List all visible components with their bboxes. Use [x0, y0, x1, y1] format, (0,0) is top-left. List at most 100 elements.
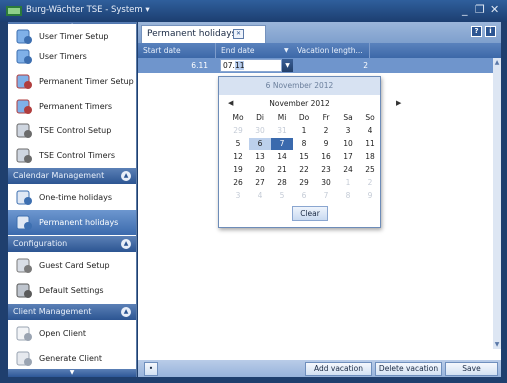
save-button[interactable]: Save	[445, 362, 498, 376]
calendar-day[interactable]: 2	[315, 125, 337, 137]
calendar-day[interactable]: 14	[271, 151, 293, 163]
minimize-button[interactable]: _	[462, 3, 468, 17]
sidebar-section-configuration[interactable]: Configuration ▲	[8, 236, 136, 252]
today-label[interactable]: 6 November 2012	[219, 77, 380, 95]
permanent-timers-icon	[14, 98, 34, 116]
date-picker-dropdown-button[interactable]: ▼	[282, 59, 293, 72]
options-button[interactable]: •	[144, 362, 158, 376]
calendar-day[interactable]: 8	[293, 138, 315, 150]
sidebar-item-tse-control-setup[interactable]: TSE Control Setup	[8, 118, 136, 143]
column-header-start-date[interactable]: Start date	[138, 43, 216, 58]
sidebar-item-permanent-timers[interactable]: Permanent Timers	[8, 94, 136, 119]
sidebar-item-label: Permanent Timers	[39, 102, 113, 111]
calendar-day[interactable]: 20	[249, 164, 271, 176]
chevron-up-icon[interactable]: ▲	[121, 239, 131, 249]
vacation-length-cell: 2	[363, 61, 368, 70]
calendar-day[interactable]: 22	[293, 164, 315, 176]
calendar-day[interactable]: 15	[293, 151, 315, 163]
calendar-day[interactable]: 29	[227, 125, 249, 137]
calendar-day[interactable]: 21	[271, 164, 293, 176]
sidebar-section-label: Calendar Management	[13, 171, 105, 180]
calendar-day[interactable]: 7	[315, 190, 337, 202]
calendar-day[interactable]: 8	[337, 190, 359, 202]
grid-vertical-scrollbar[interactable]: ▲ ▼	[493, 58, 501, 349]
chevron-up-icon[interactable]: ▲	[121, 171, 131, 181]
calendar-day[interactable]: 9	[359, 190, 381, 202]
calendar-day[interactable]: 9	[315, 138, 337, 150]
chevron-up-icon[interactable]: ▲	[121, 307, 131, 317]
sidebar-item-permanent-holidays[interactable]: Permanent holidays	[8, 210, 136, 235]
calendar-day[interactable]: 29	[293, 177, 315, 189]
delete-vacation-button[interactable]: Delete vacation	[375, 362, 442, 376]
sidebar-item-tse-control-timers[interactable]: TSE Control Timers	[8, 143, 136, 168]
calendar-day[interactable]: 12	[227, 151, 249, 163]
sidebar-item-label: TSE Control Timers	[39, 151, 116, 160]
end-date-input[interactable]: 07.11	[220, 59, 282, 72]
sidebar-item-one-time-holidays[interactable]: One-time holidays	[8, 185, 136, 210]
info-icon[interactable]: i	[485, 26, 496, 37]
generate-icon	[14, 350, 34, 368]
help-icon[interactable]: ?	[471, 26, 482, 37]
calendar-day[interactable]: 10	[337, 138, 359, 150]
calendar-day[interactable]: 31	[271, 125, 293, 137]
calendar-day[interactable]: 7	[271, 138, 293, 150]
sidebar-item-user-timers[interactable]: User Timers	[8, 44, 136, 69]
gear-icon	[14, 282, 34, 300]
sidebar-item-open-client[interactable]: Open Client	[8, 321, 136, 346]
add-vacation-button[interactable]: Add vacation	[305, 362, 372, 376]
calendar-day[interactable]: 5	[227, 138, 249, 150]
calendar-day[interactable]: 3	[337, 125, 359, 137]
next-month-button[interactable]: ▶	[396, 99, 401, 107]
calendar-day[interactable]: 1	[293, 125, 315, 137]
sidebar-item-label: User Timer Setup	[39, 32, 109, 41]
weekday-header: Mi	[277, 113, 287, 122]
tab-bar: Permanent holidays* ✕ ? i	[138, 22, 501, 43]
calendar-day[interactable]: 30	[249, 125, 271, 137]
column-header-vacation-length[interactable]: Vacation length...	[292, 43, 370, 58]
calendar-day[interactable]: 24	[337, 164, 359, 176]
calendar-day[interactable]: 28	[271, 177, 293, 189]
calendar-day[interactable]: 18	[359, 151, 381, 163]
calendar-day[interactable]: 26	[227, 177, 249, 189]
scroll-up-icon[interactable]: ▲	[493, 58, 501, 67]
sidebar-item-guest-card-setup[interactable]: Guest Card Setup	[8, 253, 136, 278]
calendar-day[interactable]: 6	[249, 138, 271, 150]
calendar-day[interactable]: 13	[249, 151, 271, 163]
scroll-down-icon[interactable]: ▼	[493, 340, 501, 349]
sidebar-section-calendar-management[interactable]: Calendar Management ▲	[8, 168, 136, 184]
calendar-day[interactable]: 25	[359, 164, 381, 176]
sidebar-item-label: Generate Client	[39, 354, 103, 363]
calendar-day[interactable]: 16	[315, 151, 337, 163]
calendar-day[interactable]: 27	[249, 177, 271, 189]
sidebar-item-default-settings[interactable]: Default Settings	[8, 278, 136, 303]
calendar-day[interactable]: 6	[293, 190, 315, 202]
main-panel: Permanent holidays* ✕ ? i Start date End…	[138, 22, 501, 377]
calendar-day[interactable]: 11	[359, 138, 381, 150]
restore-button[interactable]: ❐	[475, 3, 485, 17]
calendar-day[interactable]: 2	[359, 177, 381, 189]
sidebar-section-client-management[interactable]: Client Management ▲	[8, 304, 136, 320]
tse-control-timers-icon	[14, 147, 34, 165]
calendar-day[interactable]: 17	[337, 151, 359, 163]
calendar-day[interactable]: 4	[249, 190, 271, 202]
window-titlebar: Burg-Wächter TSE - System ▾ _ ❐ ✕	[0, 0, 507, 22]
tab-permanent-holidays[interactable]: Permanent holidays* ✕	[141, 25, 266, 43]
sidebar-item-generate-client[interactable]: Generate Client	[8, 346, 136, 371]
calendar-day[interactable]: 5	[271, 190, 293, 202]
tse-control-setup-icon	[14, 122, 34, 140]
sidebar-item-permanent-timer-setup[interactable]: Permanent Timer Setup	[8, 69, 136, 94]
table-row[interactable]: 6.11 07.11 ▼ 2	[138, 58, 493, 73]
calendar-day[interactable]: 19	[227, 164, 249, 176]
calendar-day[interactable]: 30	[315, 177, 337, 189]
start-date-cell: 6.11	[191, 61, 208, 70]
calendar-day[interactable]: 1	[337, 177, 359, 189]
sidebar-scroll-down-button[interactable]: ▼	[8, 369, 136, 377]
calendar-day[interactable]: 23	[315, 164, 337, 176]
calendar-day[interactable]: 4	[359, 125, 381, 137]
sidebar-item-label: Permanent holidays	[39, 218, 119, 227]
clear-button[interactable]: Clear	[292, 206, 328, 221]
app-logo-icon	[6, 6, 22, 16]
close-tab-icon[interactable]: ✕	[233, 29, 244, 39]
close-window-button[interactable]: ✕	[490, 3, 499, 17]
calendar-day[interactable]: 3	[227, 190, 249, 202]
